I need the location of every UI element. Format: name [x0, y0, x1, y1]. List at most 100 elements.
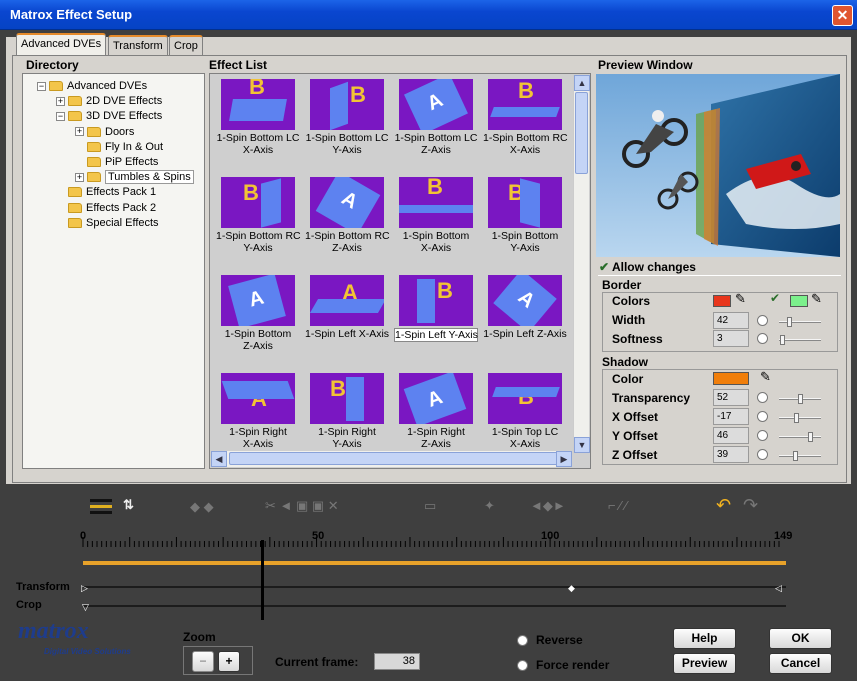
expand-icon[interactable]: +	[56, 96, 65, 106]
border-width-slider[interactable]	[779, 317, 821, 327]
shadow-transparency-slider[interactable]	[779, 394, 821, 404]
zoom-out-button[interactable]: −	[192, 651, 214, 672]
ok-button[interactable]: OK	[769, 628, 832, 649]
shadow-transparency-field[interactable]: 52	[713, 389, 749, 406]
collapse-icon[interactable]: −	[56, 111, 65, 121]
shadow-zoffset-slider[interactable]	[779, 451, 821, 461]
eyedropper-icon[interactable]: ✎	[735, 291, 746, 307]
tree-item[interactable]: Effects Pack 1	[56, 185, 156, 200]
effect-list[interactable]: ▲ ▼ ◀ ▶ B 1-Spin Bottom LC X-Axis B 1-Spin B…	[209, 73, 591, 469]
tree-item[interactable]: +2D DVE Effects	[56, 94, 162, 109]
check-icon[interactable]: ✔	[770, 291, 780, 305]
tree-item[interactable]: − 3D DVE Effects	[56, 109, 162, 124]
shadow-color-swatch[interactable]	[713, 372, 749, 385]
horizontal-scrollbar[interactable]: ◀ ▶	[211, 451, 572, 467]
expand-icon[interactable]: +	[75, 172, 84, 182]
help-button[interactable]: Help	[673, 628, 736, 649]
allow-changes-checkbox[interactable]: ✔ Allow changes	[599, 260, 696, 274]
keyframe-radio[interactable]	[757, 449, 768, 460]
tab-advanced-dves[interactable]: Advanced DVEs	[16, 33, 107, 55]
eyedropper-icon[interactable]: ✎	[760, 369, 771, 385]
keyframe-marker[interactable]: ▽	[82, 602, 89, 613]
horizontal-scroll-thumb[interactable]	[229, 452, 569, 465]
shadow-xoffset-field[interactable]: -17	[713, 408, 749, 425]
tree-item[interactable]: PiP Effects	[75, 155, 158, 170]
keyframe-radio[interactable]	[757, 315, 768, 326]
effect-item[interactable]: A 1-Spin Left Z-Axis	[483, 275, 567, 340]
keyframe-mode-icon[interactable]: ⇅	[123, 497, 134, 513]
keyframe-radio[interactable]	[757, 411, 768, 422]
effect-item[interactable]: A 1-Spin Bottom RC Z-Axis	[305, 177, 390, 254]
playhead[interactable]	[261, 540, 264, 620]
shadow-yoffset-field[interactable]: 46	[713, 427, 749, 444]
zoom-in-button[interactable]: +	[218, 651, 240, 672]
tree-item[interactable]: + Doors	[75, 125, 134, 140]
shadow-zoffset-field[interactable]: 39	[713, 446, 749, 463]
close-button[interactable]: ✕	[832, 5, 853, 26]
keyframe-radio[interactable]	[757, 430, 768, 441]
tree-item[interactable]: + Tumbles & Spins	[75, 170, 194, 185]
collapse-icon[interactable]: −	[37, 81, 46, 91]
vertical-scroll-thumb[interactable]	[575, 92, 588, 174]
effect-item[interactable]: A 1-Spin RightX-Axis	[216, 373, 300, 450]
redo-icon[interactable]: ↷	[743, 495, 758, 516]
scroll-left-icon[interactable]: ◀	[211, 451, 227, 467]
shadow-yoffset-slider[interactable]	[779, 432, 821, 442]
effect-item[interactable]: B 1-Spin Bottom RC X-Axis	[483, 79, 568, 156]
slider-knob[interactable]	[793, 451, 798, 461]
tree-item[interactable]: Special Effects	[56, 216, 159, 231]
cancel-button[interactable]: Cancel	[769, 653, 832, 674]
scroll-right-icon[interactable]: ▶	[556, 451, 572, 467]
reverse-radio[interactable]	[517, 635, 528, 646]
effect-item[interactable]: A 1-Spin Bottom Z-Axis	[216, 275, 300, 352]
eyedropper-icon[interactable]: ✎	[811, 291, 822, 307]
expand-icon[interactable]: +	[75, 127, 84, 137]
directory-tree[interactable]: − Advanced DVEs +2D DVE Effects −3D DVE Eff…	[22, 73, 205, 469]
tree-item[interactable]: Fly In & Out	[75, 140, 163, 155]
keyframe-marker[interactable]: ◁	[775, 583, 782, 594]
tab-transform[interactable]: Transform	[108, 35, 168, 55]
effect-item[interactable]: B 1-Spin Right Y-Axis	[305, 373, 389, 450]
effect-item[interactable]: B 1-Spin Bottom RC Y-Axis	[216, 177, 301, 254]
effect-item[interactable]: B 1-Spin Left Y-Axis	[394, 275, 478, 342]
keyframe-radio[interactable]	[757, 392, 768, 403]
border-width-field[interactable]: 42	[713, 312, 749, 329]
fit-icon[interactable]: ▭	[424, 498, 436, 514]
keyframe-marker[interactable]: ◆	[568, 583, 575, 594]
effect-item[interactable]: B 1-Spin Bottom Y-Axis	[483, 177, 567, 254]
preview-button[interactable]: Preview	[673, 653, 736, 674]
effect-item[interactable]: A 1-Spin Left X-Axis	[305, 275, 389, 340]
tab-crop[interactable]: Crop	[169, 35, 203, 55]
undo-icon[interactable]: ↶	[716, 495, 731, 516]
curve-icon[interactable]: ⌐ ∕ ∕	[608, 498, 627, 513]
effect-item[interactable]: B 1-Spin Bottom LC X-Axis	[216, 79, 300, 156]
vertical-scrollbar[interactable]: ▲ ▼	[573, 75, 590, 453]
slider-knob[interactable]	[808, 432, 813, 442]
effect-item[interactable]: A 1-Spin Bottom LC Z-Axis	[394, 79, 478, 156]
timeline-ruler[interactable]	[0, 525, 857, 617]
scroll-up-icon[interactable]: ▲	[574, 75, 590, 91]
prev-keyframe-icon[interactable]: ◆ ◆	[190, 499, 214, 515]
slider-knob[interactable]	[794, 413, 799, 423]
slider-knob[interactable]	[780, 335, 785, 345]
keyframe-marker[interactable]: ▷	[81, 583, 88, 594]
interpolation-icon[interactable]: ◄◆►	[530, 498, 566, 514]
border-softness-slider[interactable]	[779, 335, 821, 345]
border-softness-field[interactable]: 3	[713, 330, 749, 347]
effect-item[interactable]: B 1-Spin Bottom LC Y-Axis	[305, 79, 389, 156]
keyframe-radio[interactable]	[757, 333, 768, 344]
cut-icon[interactable]: ✂ ◄ ▣ ▣ ✕	[265, 498, 339, 514]
force-render-radio[interactable]	[517, 660, 528, 671]
shadow-xoffset-slider[interactable]	[779, 413, 821, 423]
border-color2-swatch[interactable]	[790, 295, 808, 307]
current-frame-field[interactable]: 38	[374, 653, 420, 670]
track-list-icon[interactable]	[90, 499, 112, 515]
effect-item[interactable]: A 1-Spin Right Z-Axis	[394, 373, 478, 450]
slider-knob[interactable]	[798, 394, 803, 404]
effect-item[interactable]: B 1-Spin Top LCX-Axis	[483, 373, 567, 450]
slider-knob[interactable]	[787, 317, 792, 327]
tree-item[interactable]: Effects Pack 2	[56, 201, 156, 216]
effect-item[interactable]: B 1-Spin Bottom X-Axis	[394, 177, 478, 254]
add-keyframe-icon[interactable]: ✦	[484, 498, 495, 514]
tree-item[interactable]: − Advanced DVEs	[37, 79, 147, 94]
